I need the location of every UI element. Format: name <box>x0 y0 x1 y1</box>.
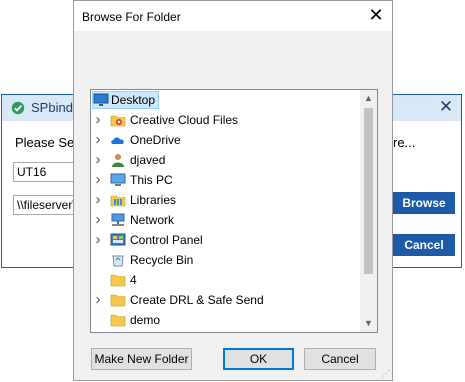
tree-item[interactable]: › Create DRL & Safe Send <box>91 290 361 310</box>
tree-item-label: Recycle Bin <box>130 253 194 267</box>
scroll-down-arrow-icon[interactable]: ▼ <box>360 315 377 332</box>
binder-name-field[interactable]: UT16 <box>13 162 75 182</box>
chevron-right-icon[interactable]: › <box>93 230 103 250</box>
folder-icon <box>110 273 126 287</box>
tree-item[interactable]: › djaved <box>91 150 361 170</box>
tree-item-label: OneDrive <box>130 133 181 147</box>
tree-item-label: Control Panel <box>130 233 203 247</box>
ok-button[interactable]: OK <box>223 348 294 370</box>
tree-item[interactable]: › Creative Cloud Files <box>91 110 361 130</box>
tree-item-label: 4 <box>130 273 137 287</box>
tree-item-label: Libraries <box>130 193 177 207</box>
chevron-right-icon[interactable]: › <box>93 110 103 130</box>
tree-item-label: Network <box>130 213 175 227</box>
chevron-right-icon[interactable]: › <box>93 170 103 190</box>
browse-button[interactable]: Browse <box>393 192 455 214</box>
desktop-icon <box>93 93 109 107</box>
tree-item-label: Creative Cloud Files <box>130 113 239 127</box>
chevron-right-icon[interactable]: › <box>93 210 103 230</box>
control-panel-icon <box>110 233 126 247</box>
spbinder-prompt-tail: re... <box>393 135 416 150</box>
tree-item-label: This PC <box>130 173 173 187</box>
creative-cloud-folder-icon <box>110 113 126 127</box>
onedrive-cloud-icon <box>110 133 126 147</box>
cancel-button[interactable]: Cancel <box>304 348 376 370</box>
tree-item[interactable]: › Network <box>91 210 361 230</box>
recycle-bin-icon <box>110 253 126 267</box>
close-icon[interactable]: ✕ <box>368 6 384 24</box>
chevron-right-icon[interactable]: › <box>93 130 103 150</box>
close-icon[interactable]: ✕ <box>437 98 455 116</box>
folder-icon <box>110 313 126 327</box>
browse-titlebar: Browse For Folder ✕ <box>74 1 392 31</box>
tree-item[interactable]: › OneDrive <box>91 130 361 150</box>
tree-item[interactable]: demo <box>91 310 361 330</box>
tree-item[interactable]: › Control Panel <box>91 230 361 250</box>
tree-item[interactable]: › This PC <box>91 170 361 190</box>
folder-icon <box>110 293 126 307</box>
folder-tree-rows: Desktop › Creative Cloud Files › OneDrive › dj… <box>91 90 361 330</box>
tree-item-label: Create DRL & Safe Send <box>130 293 264 307</box>
folder-tree[interactable]: Desktop › Creative Cloud Files › OneDrive › dj… <box>90 89 378 333</box>
tree-item[interactable]: 4 <box>91 270 361 290</box>
spbinder-cancel-button[interactable]: Cancel <box>393 234 455 256</box>
scrollbar-thumb[interactable] <box>364 108 373 274</box>
chevron-right-icon[interactable]: › <box>93 290 103 310</box>
resize-grip-icon[interactable]: ⋰ <box>382 370 390 378</box>
folder-path-field[interactable]: \\fileserver\ <box>13 195 76 215</box>
user-folder-icon <box>110 153 126 167</box>
tree-item-label: demo <box>130 313 161 327</box>
network-icon <box>110 213 126 227</box>
scroll-up-arrow-icon[interactable]: ▲ <box>360 90 377 107</box>
tree-item[interactable]: Recycle Bin <box>91 250 361 270</box>
tree-scrollbar[interactable]: ▲ ▼ <box>360 90 377 332</box>
tree-item-label: djaved <box>130 153 166 167</box>
chevron-right-icon[interactable]: › <box>93 150 103 170</box>
browse-for-folder-dialog: Browse For Folder ✕ Desktop › Creative Clo… <box>73 0 393 381</box>
tree-item-label: Desktop <box>111 93 156 107</box>
browse-title: Browse For Folder <box>82 10 181 24</box>
chevron-right-icon[interactable]: › <box>93 190 103 210</box>
tree-item[interactable]: Desktop <box>91 90 361 110</box>
tree-item[interactable]: › Libraries <box>91 190 361 210</box>
make-new-folder-button[interactable]: Make New Folder <box>91 348 192 370</box>
check-circle-icon <box>11 101 25 115</box>
computer-icon <box>110 173 126 187</box>
libraries-icon <box>110 193 126 207</box>
